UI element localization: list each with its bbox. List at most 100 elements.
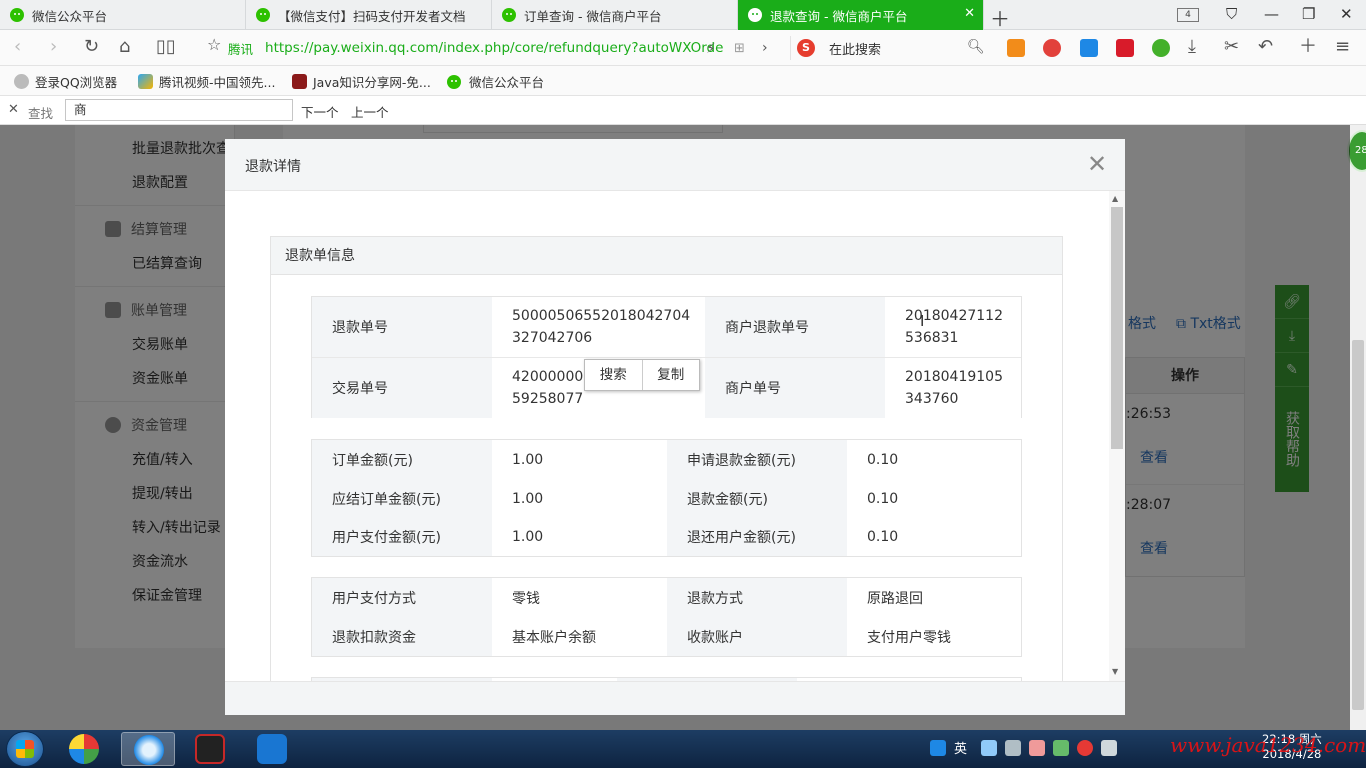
label-refund-fund-source: 退款扣款资金 xyxy=(312,617,492,656)
tab-order-query[interactable]: 订单查询 - 微信商户平台 xyxy=(492,0,738,30)
network-icon[interactable] xyxy=(1005,739,1022,756)
taskbar-app-idea[interactable] xyxy=(183,732,237,766)
page-scrollbar-thumb[interactable] xyxy=(1352,340,1364,710)
modal-title: 退款详情 xyxy=(245,159,301,175)
scroll-up-icon[interactable]: ▲ xyxy=(1112,194,1118,203)
ime-indicator[interactable]: 英 xyxy=(954,738,967,757)
minimize-button[interactable]: — xyxy=(1264,5,1279,23)
wechat-icon xyxy=(502,8,516,22)
value-user-paid-amount: 1.00 xyxy=(492,518,667,556)
volume-icon[interactable] xyxy=(1101,739,1118,756)
address-bar[interactable]: 腾讯 https://pay.weixin.qq.com/index.php/c… xyxy=(200,36,780,60)
antivirus-icon[interactable] xyxy=(1077,739,1094,756)
modal-body[interactable]: 退款单信息 退款单号 50000506552018042704 32704270… xyxy=(225,191,1109,681)
window-close-button[interactable]: ✕ xyxy=(1340,5,1353,23)
modal-scrollbar-thumb[interactable] xyxy=(1111,207,1123,449)
tray-app-icon[interactable] xyxy=(1029,739,1046,756)
skin-icon[interactable]: ⛉ xyxy=(1226,5,1237,23)
wechat-icon xyxy=(10,8,24,22)
refresh-icon[interactable]: ↻ xyxy=(84,37,99,57)
deals-icon[interactable] xyxy=(1116,39,1134,57)
amounts-table: 订单金额(元) 1.00 申请退款金额(元) 0.10 应结订单金额(元) 1.… xyxy=(311,439,1022,557)
search-icon[interactable]: 🔍︎ xyxy=(967,39,985,55)
scroll-down-icon[interactable]: ▼ xyxy=(1112,667,1118,676)
modal-header: 退款详情 ✕ xyxy=(225,139,1125,191)
label-settle-order-amount: 应结订单金额(元) xyxy=(312,479,492,518)
label-apply-refund-amount: 申请退款金额(元) xyxy=(667,440,847,479)
download-icon[interactable]: ⤓ xyxy=(1188,37,1196,57)
bookmark-qq-login[interactable]: 登录QQ浏览器 xyxy=(14,72,117,91)
search-button[interactable]: 搜索 xyxy=(585,360,643,390)
qr-icon[interactable]: ⊞ xyxy=(734,39,745,59)
qq-input-icon[interactable] xyxy=(930,739,946,756)
wechat-toolbar-icon[interactable] xyxy=(1152,39,1170,57)
menu-icon[interactable]: ≡ xyxy=(1335,37,1350,57)
windows-logo-icon xyxy=(16,740,34,758)
taskbar-app-qqbrowser[interactable] xyxy=(121,732,175,766)
reader-icon[interactable]: ▯▯ xyxy=(156,37,176,57)
tab-close-icon[interactable]: ✕ xyxy=(964,6,975,21)
find-input[interactable]: 商 xyxy=(65,99,293,121)
restore-button[interactable]: ❐ xyxy=(1302,5,1315,23)
label-merchant-order-no: 商户单号 xyxy=(705,358,885,418)
modal-footer xyxy=(225,681,1125,715)
modal-scrollbar[interactable]: ▲ ▼ xyxy=(1109,191,1125,681)
forward-icon[interactable]: › xyxy=(50,37,57,57)
bookmark-label: 登录QQ浏览器 xyxy=(35,75,118,90)
lightning-icon[interactable]: ⚡ xyxy=(706,39,716,59)
navigation-bar: ‹ › ↻ ⌂ ▯▯ ☆ 腾讯 https://pay.weixin.qq.co… xyxy=(0,30,1366,66)
refund-detail-modal: 退款详情 ✕ 退款单信息 退款单号 50000506552018042704 3… xyxy=(225,139,1125,715)
new-tab-button[interactable]: ＋ xyxy=(990,3,1010,32)
label-refund-no: 退款单号 xyxy=(312,297,492,357)
bookmark-wechat-mp[interactable]: 微信公众平台 xyxy=(447,72,544,91)
bookmark-java1234[interactable]: Java知识分享网-免... xyxy=(292,72,431,91)
add-icon[interactable]: ＋ xyxy=(1299,37,1317,57)
copy-button[interactable]: 复制 xyxy=(643,360,700,390)
wechat-icon xyxy=(447,74,461,89)
sogou-icon: S xyxy=(797,39,815,57)
home-icon[interactable]: ⌂ xyxy=(119,37,130,57)
watermark-text: www.java1234.com xyxy=(1170,733,1366,757)
video-icon[interactable] xyxy=(1007,39,1025,57)
tab-title: 订单查询 - 微信商户平台 xyxy=(524,8,662,24)
url-text[interactable]: https://pay.weixin.qq.com/index.php/core… xyxy=(265,40,723,56)
tab-wxpay-docs[interactable]: 【微信支付】扫码支付开发者文档 xyxy=(246,0,492,30)
chevron-right-icon[interactable]: › xyxy=(762,38,768,58)
value-refund-no: 50000506552018042704 327042706 xyxy=(492,297,705,357)
find-next-button[interactable]: 下一个 xyxy=(301,102,339,121)
tab-count-badge[interactable]: 4 xyxy=(1177,8,1199,22)
scissors-icon[interactable]: ✂ xyxy=(1224,37,1239,57)
undo-icon[interactable]: ↶ xyxy=(1258,37,1273,57)
taskbar-app-wps[interactable] xyxy=(245,732,299,766)
bookmarks-bar: 登录QQ浏览器 腾讯视频-中国领先... Java知识分享网-免... 微信公众… xyxy=(0,66,1366,96)
label-order-amount: 订单金额(元) xyxy=(312,440,492,479)
tab-wechat-mp[interactable]: 微信公众平台 xyxy=(0,0,246,30)
close-icon[interactable]: ✕ xyxy=(1087,151,1107,177)
search-box[interactable]: S 在此搜索 xyxy=(790,36,990,60)
bookmark-tencent-video[interactable]: 腾讯视频-中国领先... xyxy=(138,72,275,91)
bookmark-label: 微信公众平台 xyxy=(469,75,545,90)
section-title: 退款单信息 xyxy=(271,237,1062,275)
find-close-icon[interactable]: ✕ xyxy=(8,102,19,117)
value-merchant-refund-no: 20180427112 536831 xyxy=(885,297,1021,357)
value-receiving-account: 支付用户零钱 xyxy=(847,617,1021,656)
find-bar: ✕ 查找 商 下一个 上一个 xyxy=(0,96,1366,125)
find-prev-button[interactable]: 上一个 xyxy=(351,102,389,121)
search-placeholder: 在此搜索 xyxy=(829,42,882,58)
shield-icon[interactable] xyxy=(1053,739,1070,756)
tab-refund-query[interactable]: 退款查询 - 微信商户平台 ✕ xyxy=(738,0,984,30)
ids-table: 退款单号 50000506552018042704 327042706 商户退款… xyxy=(311,296,1022,418)
start-button[interactable] xyxy=(6,731,44,767)
taskbar-app-gallery[interactable] xyxy=(57,732,111,766)
selection-context-menu: 搜索 复制 xyxy=(584,359,700,391)
page-scrollbar[interactable] xyxy=(1350,125,1366,730)
value-apply-refund-amount: 0.10 xyxy=(847,440,1021,479)
tab-title: 退款查询 - 微信商户平台 xyxy=(770,8,908,24)
label-refund-amount: 退款金额(元) xyxy=(667,479,847,518)
back-icon[interactable]: ‹ xyxy=(14,37,21,57)
label-receiving-account: 收款账户 xyxy=(667,617,847,656)
app-icon-red[interactable] xyxy=(1043,39,1061,57)
label-refund-method: 退款方式 xyxy=(667,578,847,617)
play-icon[interactable] xyxy=(1080,39,1098,57)
cloud-icon[interactable] xyxy=(981,739,998,756)
